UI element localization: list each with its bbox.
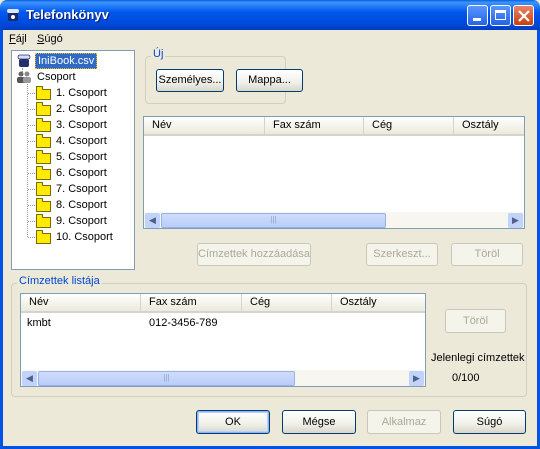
close-icon [518, 10, 530, 22]
tree-item-label: 9. Csoport [56, 215, 107, 227]
recipients-list-header: Név Fax szám Cég Osztály [21, 294, 425, 313]
phonebook-tree[interactable]: IniBook.csv Csoport 1. Csoport 2. Csoport… [11, 50, 135, 270]
close-button[interactable] [513, 5, 534, 26]
phone-book-app-icon [5, 7, 21, 23]
tree-item-label: 10. Csoport [56, 231, 113, 243]
column-header-department[interactable]: Osztály [332, 294, 425, 311]
folder-icon [36, 198, 51, 212]
tree-item-label: 8. Csoport [56, 199, 107, 211]
edit-button[interactable]: Szerkeszt... [366, 243, 438, 266]
address-list[interactable]: Név Fax szám Cég Osztály ◀ ||| ▶ [143, 116, 525, 229]
column-header-company[interactable]: Cég [364, 117, 454, 134]
delete-button[interactable]: Töröl [451, 243, 523, 266]
new-personal-button[interactable]: Személyes... [156, 69, 224, 92]
folder-icon [36, 166, 51, 180]
menu-file[interactable]: Fájl [9, 33, 27, 45]
current-recipients-count: 0/100 [452, 372, 480, 384]
apply-button[interactable]: Alkalmaz [367, 410, 441, 434]
folder-icon [36, 134, 51, 148]
column-header-department[interactable]: Osztály [454, 117, 524, 134]
group-icon [16, 70, 32, 84]
folder-icon [36, 102, 51, 116]
window-title: Telefonkönyv [26, 7, 109, 22]
scroll-thumb[interactable]: ||| [161, 213, 386, 228]
cancel-button[interactable]: Mégse [282, 410, 356, 434]
address-list-hscrollbar[interactable]: ◀ ||| ▶ [144, 212, 524, 228]
tree-item-label: 7. Csoport [56, 183, 107, 195]
help-button[interactable]: Súgó [453, 410, 526, 434]
recipient-delete-button[interactable]: Töröl [445, 309, 506, 333]
recipient-fax-cell[interactable]: 012-3456-789 [149, 317, 218, 329]
folder-icon [36, 118, 51, 132]
scroll-left-icon[interactable]: ◀ [22, 371, 37, 386]
new-group-label: Új [151, 48, 166, 60]
phonebook-icon [16, 54, 32, 68]
address-list-header: Név Fax szám Cég Osztály [144, 117, 524, 136]
tree-item-label: 6. Csoport [56, 167, 107, 179]
column-header-name[interactable]: Név [21, 294, 141, 311]
folder-icon [36, 230, 51, 244]
new-folder-button[interactable]: Mappa... [236, 69, 303, 92]
recipient-name-cell[interactable]: kmbt [27, 317, 51, 329]
folder-icon [36, 86, 51, 100]
tree-item-label: 2. Csoport [56, 103, 107, 115]
minimize-button[interactable] [467, 5, 488, 26]
tree-item-root-label: IniBook.csv [35, 53, 98, 69]
window-frame-left [0, 30, 3, 449]
folder-icon [36, 150, 51, 164]
tree-item-label: 1. Csoport [56, 87, 107, 99]
scroll-right-icon[interactable]: ▶ [508, 213, 523, 228]
tree-item-label: 3. Csoport [56, 119, 107, 131]
scroll-right-icon[interactable]: ▶ [409, 371, 424, 386]
recipients-group-label: Címzettek listája [17, 275, 102, 287]
folder-icon [36, 182, 51, 196]
current-recipients-label: Jelenlegi címzettek [431, 352, 525, 364]
column-header-fax[interactable]: Fax szám [265, 117, 364, 134]
recipients-list-hscrollbar[interactable]: ◀ ||| ▶ [21, 370, 425, 386]
maximize-button[interactable] [490, 5, 511, 26]
tree-item-group-root-label: Csoport [37, 71, 76, 83]
ok-button[interactable]: OK [196, 410, 270, 434]
tree-item-label: 5. Csoport [56, 151, 107, 163]
recipients-list[interactable]: Név Fax szám Cég Osztály kmbt 012-3456-7… [20, 293, 426, 387]
tree-item-label: 4. Csoport [56, 135, 107, 147]
add-recipients-button[interactable]: Címzettek hozzáadása [197, 243, 311, 266]
scroll-thumb[interactable]: ||| [38, 371, 295, 386]
column-header-fax[interactable]: Fax szám [141, 294, 242, 311]
column-header-company[interactable]: Cég [242, 294, 332, 311]
folder-icon [36, 214, 51, 228]
menu-help[interactable]: Súgó [37, 33, 63, 45]
column-header-name[interactable]: Név [144, 117, 265, 134]
scroll-left-icon[interactable]: ◀ [145, 213, 160, 228]
